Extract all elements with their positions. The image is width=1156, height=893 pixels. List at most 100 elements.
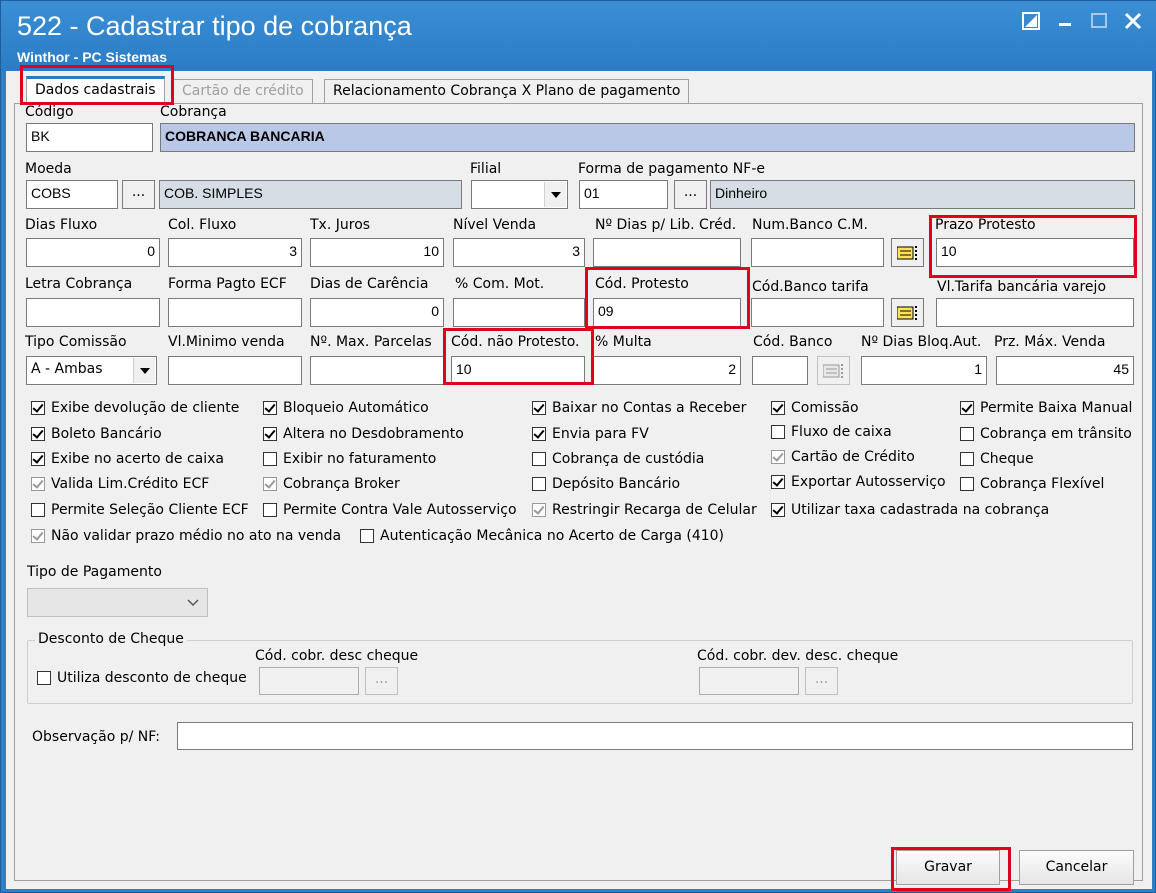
checkbox-comissao[interactable]: Comissão <box>771 400 859 417</box>
nivel-venda-input[interactable]: 3 <box>453 238 585 267</box>
checkbox-nao-validar-prazo[interactable]: Não validar prazo médio no ato na venda <box>31 528 341 545</box>
chevron-down-icon[interactable] <box>544 182 566 207</box>
gravar-button[interactable]: Gravar <box>896 850 1000 885</box>
checkbox-envia-fv[interactable]: Envia para FV <box>532 426 649 443</box>
checkbox-permite-contra-vale[interactable]: Permite Contra Vale Autosserviço <box>263 502 517 519</box>
checkbox-cobranca-broker[interactable]: Cobrança Broker <box>263 476 400 493</box>
checkbox-box[interactable] <box>360 529 374 543</box>
title-bar[interactable]: 522 - Cadastrar tipo de cobrança Winthor… <box>1 1 1156 71</box>
cod-cobr-dev-desc-cheque-lookup-button[interactable]: ... <box>805 667 838 695</box>
checkbox-box[interactable] <box>263 477 277 491</box>
prz-max-venda-input[interactable]: 45 <box>996 356 1134 385</box>
checkbox-box[interactable] <box>771 425 785 439</box>
cancelar-button[interactable]: Cancelar <box>1019 850 1134 885</box>
minimize-icon[interactable] <box>1053 9 1077 33</box>
cod-cobr-desc-cheque-lookup-button[interactable]: ... <box>365 667 398 695</box>
dias-bloq-aut-input[interactable]: 1 <box>861 356 987 385</box>
checkbox-box[interactable] <box>771 503 785 517</box>
checkbox-cobranca-transito[interactable]: Cobrança em trânsito <box>960 426 1132 443</box>
tab-relacionamento-cobranca[interactable]: Relacionamento Cobrança X Plano de pagam… <box>324 79 690 103</box>
tab-cartao-de-credito[interactable]: Cartão de crédito <box>173 79 313 103</box>
checkbox-box[interactable] <box>960 427 974 441</box>
checkbox-permite-baixa-manual[interactable]: Permite Baixa Manual <box>960 400 1132 417</box>
checkbox-box[interactable] <box>31 529 45 543</box>
checkbox-box[interactable] <box>263 503 277 517</box>
tipo-comissao-select[interactable]: A - Ambas <box>26 356 157 385</box>
cod-banco-tarifa-input[interactable] <box>751 298 884 327</box>
cobranca-input[interactable]: COBRANCA BANCARIA <box>160 123 1135 152</box>
cod-nao-protesto-input[interactable]: 10 <box>451 356 585 385</box>
num-banco-cm-lookup-button[interactable] <box>891 238 924 267</box>
checkbox-autenticacao-mecanica[interactable]: Autenticação Mecânica no Acerto de Carga… <box>360 528 724 545</box>
checkbox-utiliza-desconto-cheque[interactable]: Utiliza desconto de cheque <box>37 670 247 687</box>
tx-juros-input[interactable]: 10 <box>310 238 444 267</box>
restore-layout-icon[interactable] <box>1019 9 1043 36</box>
dias-carencia-input[interactable]: 0 <box>310 298 444 327</box>
num-banco-cm-input[interactable] <box>751 238 884 267</box>
checkbox-cartao-credito[interactable]: Cartão de Crédito <box>771 449 915 466</box>
maximize-icon[interactable] <box>1087 9 1111 36</box>
checkbox-box[interactable] <box>263 401 277 415</box>
checkbox-box[interactable] <box>263 452 277 466</box>
checkbox-box[interactable] <box>771 475 785 489</box>
checkbox-valida-lim-credito[interactable]: Valida Lim.Crédito ECF <box>31 476 209 493</box>
checkbox-box[interactable] <box>31 477 45 491</box>
vl-minimo-venda-input[interactable] <box>168 356 302 385</box>
col-fluxo-input[interactable]: 3 <box>168 238 302 267</box>
checkbox-restringir-recarga[interactable]: Restringir Recarga de Celular <box>532 502 757 519</box>
prazo-protesto-input[interactable]: 10 <box>936 238 1134 267</box>
max-parcelas-input[interactable] <box>310 356 444 385</box>
cod-banco-tarifa-lookup-button[interactable] <box>891 298 924 327</box>
tab-dados-cadastrais[interactable]: Dados cadastrais <box>26 76 165 104</box>
checkbox-exibe-devolucao[interactable]: Exibe devolução de cliente <box>31 400 239 417</box>
checkbox-cheque[interactable]: Cheque <box>960 451 1034 468</box>
checkbox-deposito-bancario[interactable]: Depósito Bancário <box>532 476 680 493</box>
checkbox-boleto-bancario[interactable]: Boleto Bancário <box>31 426 162 443</box>
cod-cobr-desc-cheque-input[interactable] <box>259 667 359 695</box>
cod-banco-input[interactable] <box>752 356 808 385</box>
checkbox-box[interactable] <box>37 671 51 685</box>
checkbox-box[interactable] <box>532 477 546 491</box>
checkbox-box[interactable] <box>960 401 974 415</box>
checkbox-exibir-faturamento[interactable]: Exibir no faturamento <box>263 451 436 468</box>
forma-pagamento-lookup-button[interactable]: ... <box>674 180 707 209</box>
letra-cobranca-input[interactable] <box>26 298 160 327</box>
moeda-lookup-button[interactable]: ... <box>122 180 155 209</box>
checkbox-cobranca-custodia[interactable]: Cobrança de custódia <box>532 451 704 468</box>
checkbox-box[interactable] <box>31 427 45 441</box>
cod-banco-lookup-button[interactable] <box>817 356 850 385</box>
tipo-pagamento-select[interactable] <box>27 588 208 617</box>
checkbox-utilizar-taxa[interactable]: Utilizar taxa cadastrada na cobrança <box>771 502 1049 519</box>
checkbox-exibe-acerto-caixa[interactable]: Exibe no acerto de caixa <box>31 451 224 468</box>
dias-lib-credito-input[interactable] <box>593 238 741 267</box>
close-icon[interactable] <box>1121 9 1145 36</box>
cod-protesto-input[interactable]: 09 <box>593 298 741 327</box>
checkbox-bloqueio-automatico[interactable]: Bloqueio Automático <box>263 400 429 417</box>
checkbox-permite-selecao-cliente[interactable]: Permite Seleção Cliente ECF <box>31 502 249 519</box>
checkbox-box[interactable] <box>532 503 546 517</box>
checkbox-altera-desdobramento[interactable]: Altera no Desdobramento <box>263 426 464 443</box>
checkbox-box[interactable] <box>532 427 546 441</box>
forma-pagto-ecf-input[interactable] <box>168 298 302 327</box>
com-mot-input[interactable] <box>453 298 585 327</box>
checkbox-box[interactable] <box>31 452 45 466</box>
codigo-input[interactable]: BK <box>26 123 153 152</box>
checkbox-box[interactable] <box>960 452 974 466</box>
moeda-input[interactable]: COBS <box>26 180 118 209</box>
checkbox-box[interactable] <box>532 401 546 415</box>
chevron-down-icon[interactable] <box>133 358 155 383</box>
checkbox-box[interactable] <box>771 401 785 415</box>
checkbox-box[interactable] <box>31 503 45 517</box>
observacao-input[interactable] <box>177 722 1133 750</box>
checkbox-box[interactable] <box>960 477 974 491</box>
dias-fluxo-input[interactable]: 0 <box>26 238 160 267</box>
cod-cobr-dev-desc-cheque-input[interactable] <box>699 667 799 695</box>
checkbox-box[interactable] <box>263 427 277 441</box>
forma-pagamento-nfe-input[interactable]: 01 <box>579 180 668 209</box>
checkbox-exportar-autosservico[interactable]: Exportar Autosserviço <box>771 474 946 491</box>
multa-input[interactable]: 2 <box>593 356 741 385</box>
checkbox-cobranca-flexivel[interactable]: Cobrança Flexível <box>960 476 1104 493</box>
filial-select[interactable] <box>471 180 568 209</box>
checkbox-fluxo-caixa[interactable]: Fluxo de caixa <box>771 424 892 441</box>
checkbox-box[interactable] <box>532 452 546 466</box>
